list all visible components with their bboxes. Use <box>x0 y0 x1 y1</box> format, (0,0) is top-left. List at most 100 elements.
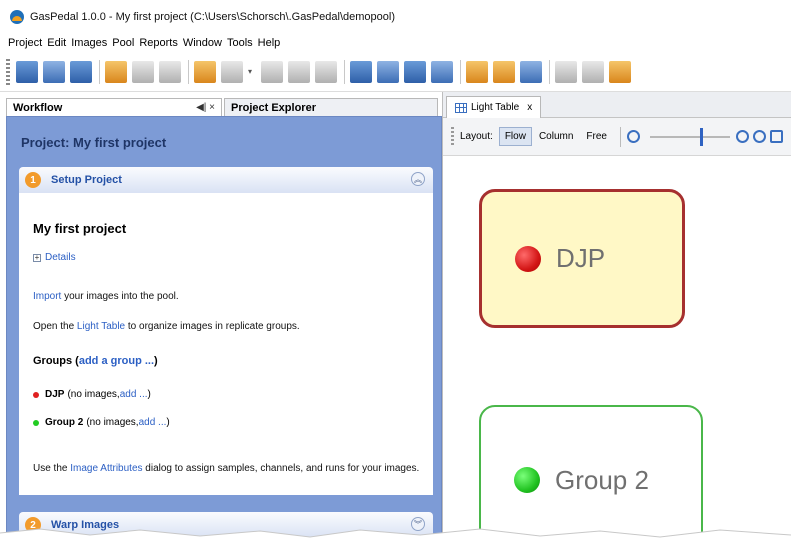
import-text: your images into the pool. <box>61 291 179 302</box>
toolbar-separator <box>460 59 461 84</box>
toolbar-separator <box>188 59 189 84</box>
bar-chart-icon[interactable] <box>377 60 399 83</box>
cube-blue-icon[interactable] <box>520 60 542 83</box>
workflow-header: Project: My first project <box>21 135 167 150</box>
process-icon[interactable] <box>194 60 216 83</box>
image-attributes-link[interactable]: Image Attributes <box>70 463 142 474</box>
group-status: (no images, <box>86 417 139 428</box>
groups-title: Groups (add a group ...) <box>33 355 158 367</box>
menu-edit[interactable]: Edit <box>47 37 66 49</box>
setup-project-body: My first project + Details Import your i… <box>19 193 433 495</box>
gear-icon[interactable] <box>221 60 243 83</box>
menu-bar: Project Edit Images Pool Reports Window … <box>0 34 791 52</box>
toolbar: ▾ <box>0 52 791 92</box>
add-images-link[interactable]: add ... <box>139 417 167 428</box>
save-icon[interactable] <box>70 60 92 83</box>
toolbar-separator <box>344 59 345 84</box>
cube-icon[interactable] <box>466 60 488 83</box>
group-item-group2: Group 2 (no images, add ...) <box>33 417 170 428</box>
menu-pool[interactable]: Pool <box>112 37 134 49</box>
group-status-close: ) <box>147 389 151 400</box>
table-icon[interactable] <box>404 60 426 83</box>
collapse-up-icon[interactable]: ︽ <box>411 172 425 186</box>
menu-images[interactable]: Images <box>71 37 107 49</box>
paste-icon[interactable] <box>159 60 181 83</box>
import-link[interactable]: Import <box>33 291 61 302</box>
group-status-close: ) <box>166 417 170 428</box>
group-box-group2[interactable]: Group 2 <box>479 405 703 541</box>
details-toggle[interactable]: + Details <box>33 252 76 263</box>
dropdown-arrow-icon[interactable]: ▾ <box>248 61 256 83</box>
copy-icon[interactable] <box>132 60 154 83</box>
zoom-slider[interactable] <box>649 127 730 146</box>
layout-free-button[interactable]: Free <box>580 127 613 146</box>
add-group-link[interactable]: add a group ... <box>79 355 154 367</box>
project-name: My first project <box>33 221 127 236</box>
menu-help[interactable]: Help <box>258 37 281 49</box>
expand-plus-icon[interactable]: + <box>33 253 41 262</box>
zoom-reset-icon[interactable] <box>752 130 766 143</box>
group-box-djp[interactable]: DJP <box>479 189 685 328</box>
close-icon[interactable]: x <box>527 102 532 113</box>
report-icon[interactable] <box>431 60 453 83</box>
cube-add-icon[interactable] <box>493 60 515 83</box>
zoom-fit-icon[interactable] <box>769 130 783 143</box>
tab-workflow-label: Workflow <box>13 101 63 114</box>
setup-project-header[interactable]: 1 Setup Project ︽ <box>19 167 433 193</box>
import-line: Import your images into the pool. <box>33 291 179 302</box>
layout-label: Layout: <box>460 131 493 142</box>
tab-project-explorer[interactable]: Project Explorer <box>224 98 438 116</box>
tab-explorer-label: Project Explorer <box>231 101 316 114</box>
zoom-out-icon[interactable] <box>626 130 640 143</box>
toolbar-grip[interactable] <box>6 58 10 85</box>
attr-text-post: dialog to assign samples, channels, and … <box>142 463 420 474</box>
groups-title-text: Groups ( <box>33 355 79 367</box>
torn-edge <box>0 528 791 541</box>
menu-project[interactable]: Project <box>8 37 42 49</box>
group-name: DJP <box>45 389 65 400</box>
list-view-icon[interactable] <box>582 60 604 83</box>
workflow-panel: Project: My first project 1 Setup Projec… <box>6 116 442 541</box>
group-name: Group 2 <box>45 417 84 428</box>
tab-workflow-controls[interactable]: ◀| × <box>196 102 215 113</box>
details-link[interactable]: Details <box>45 252 76 263</box>
zoom-in-icon[interactable] <box>735 130 749 143</box>
menu-tools[interactable]: Tools <box>227 37 253 49</box>
new-project-icon[interactable] <box>16 60 38 83</box>
tab-workflow[interactable]: Workflow ◀| × <box>6 98 222 116</box>
light-table-link[interactable]: Light Table <box>77 321 125 332</box>
green-dot-icon <box>33 419 39 426</box>
grid-view-icon[interactable] <box>555 60 577 83</box>
toolbar-separator <box>99 59 100 84</box>
menu-reports[interactable]: Reports <box>139 37 178 49</box>
group-item-djp: DJP (no images, add ...) <box>33 389 151 400</box>
light-table-tab-bar: Light Table x <box>443 92 791 118</box>
menu-window[interactable]: Window <box>183 37 222 49</box>
sample-icon[interactable] <box>261 60 283 83</box>
title-bar: GasPedal 1.0.0 - My first project (C:\Us… <box>0 0 791 34</box>
toolbar-grip[interactable] <box>451 126 454 147</box>
left-tab-bar: Workflow ◀| × Project Explorer <box>6 98 442 116</box>
light-table-tab-label: Light Table <box>471 102 520 113</box>
layout-column-button[interactable]: Column <box>533 127 579 146</box>
attr-text-pre: Use the <box>33 463 71 474</box>
settings-icon[interactable] <box>609 60 631 83</box>
open-project-icon[interactable] <box>43 60 65 83</box>
tab-light-table[interactable]: Light Table x <box>446 96 542 118</box>
light-table-canvas[interactable]: DJP Group 2 <box>443 157 791 541</box>
toolbar-separator <box>549 59 550 84</box>
open-text-post: to organize images in replicate groups. <box>125 321 300 332</box>
cut-icon[interactable] <box>105 60 127 83</box>
open-light-table-line: Open the Light Table to organize images … <box>33 321 300 332</box>
setup-project-title: Setup Project <box>51 174 122 186</box>
flask-icon[interactable] <box>288 60 310 83</box>
add-images-link[interactable]: add ... <box>120 389 148 400</box>
grid-icon <box>455 102 467 113</box>
toolbar-separator <box>619 126 621 147</box>
layout-flow-button[interactable]: Flow <box>498 127 532 146</box>
window-title: GasPedal 1.0.0 - My first project (C:\Us… <box>30 11 395 23</box>
filter-icon[interactable] <box>315 60 337 83</box>
group-box-label: Group 2 <box>555 464 649 495</box>
zoom-slider-thumb[interactable] <box>699 127 703 146</box>
chart-icon[interactable] <box>350 60 372 83</box>
